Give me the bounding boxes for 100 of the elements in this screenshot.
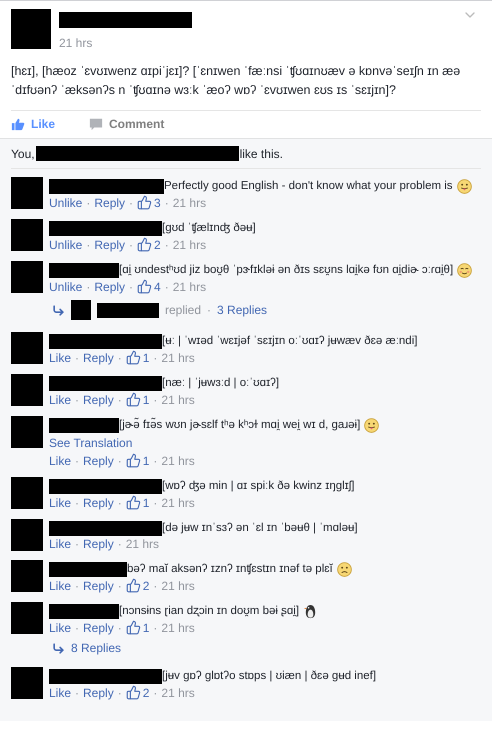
separator-dot: · (207, 303, 212, 318)
avatar-redacted (11, 374, 43, 406)
like-link[interactable]: Like (49, 350, 72, 365)
reply-link[interactable]: Reply (83, 537, 114, 552)
name-redaction-bar (97, 302, 159, 318)
separator-dot: · (129, 238, 134, 252)
separator-dot: · (75, 620, 80, 635)
comment-time: 21 hrs (161, 620, 195, 635)
comment-time: 21 hrs (161, 454, 195, 468)
separator-dot: · (75, 686, 80, 700)
separator-dot: · (118, 620, 122, 635)
view-replies-link[interactable]: 3 Replies (217, 303, 268, 318)
avatar-redacted (71, 300, 91, 320)
reply-link[interactable]: Reply (94, 238, 126, 252)
separator-dot: · (153, 620, 158, 635)
reply-arrow-icon (52, 642, 65, 655)
separator-dot: · (153, 686, 158, 700)
like-link[interactable]: Like (49, 392, 72, 407)
separator-dot: · (153, 350, 158, 365)
separator-dot: · (118, 454, 122, 468)
reply-link[interactable]: Reply (94, 280, 126, 294)
avatar-redacted (11, 219, 43, 252)
avatar-redacted (11, 519, 43, 552)
comment-text: [jɚə̃ fɪə̃s wʊn jɚsɛlf tʰə kʰɔɫ mɑi̯ wei̯ wɪ d, gaɹəɨ] (119, 419, 360, 432)
smile-emoji-icon (457, 262, 472, 278)
separator-dot: · (164, 196, 169, 210)
separator-dot: · (86, 238, 90, 252)
avatar-redacted (11, 667, 43, 700)
like-count: 2 (142, 686, 150, 700)
comment-text: Perfectly good English - don't know what your problem is (164, 180, 453, 192)
thumbs-up-icon (11, 117, 25, 131)
like-link[interactable]: Like (49, 454, 72, 468)
thumbs-up-icon (137, 279, 152, 294)
separator-dot: · (118, 392, 122, 407)
like-count: 1 (142, 620, 150, 635)
like-link[interactable]: Like (49, 496, 72, 510)
avatar-redacted (11, 177, 43, 209)
separator-dot: · (86, 196, 90, 210)
separator-dot: · (75, 454, 80, 468)
reply-link[interactable]: Reply (83, 578, 114, 593)
replied-text: replied (165, 303, 202, 318)
see-translation-link[interactable]: See Translation (49, 436, 132, 450)
thumbs-up-icon (126, 685, 141, 700)
separator-dot: · (153, 454, 158, 468)
like-link[interactable]: Unlike (49, 238, 82, 252)
separator-dot: · (153, 496, 158, 510)
separator-dot: · (75, 350, 80, 365)
avatar-redacted (11, 416, 43, 448)
like-count: 1 (142, 392, 150, 407)
thumbs-up-icon (126, 495, 141, 510)
comment-time: 21 hrs (172, 196, 206, 210)
separator-dot: · (118, 496, 122, 510)
reply-link[interactable]: Reply (83, 620, 114, 635)
like-link[interactable]: Like (49, 578, 72, 593)
thumbs-up-icon (137, 195, 152, 210)
name-redaction-bar (49, 604, 119, 619)
reply-link[interactable]: Reply (83, 686, 114, 700)
like-count: 2 (154, 238, 161, 252)
post-text: [hɛɪ], [hæoz ˈɛvʊɪwenz ɑɪpiˈjɛɪ]? [ˈɛnɪwen ˈfæːnsi ˈʧʊɑɪnʊæv ə kɒnvəˈseɪʃn ɪn æə ˈdɪfʊənʔ ˈæksənʔs n ˈʧʊɑɪnə wɜːk ˈæoʔ wɒʔ ˈɛvʊɪwen ɛʊs ɪs ˈsɛɪjɪn]? (11, 63, 462, 99)
like-link[interactable]: Like (49, 537, 72, 552)
comment-time: 21 hrs (161, 578, 195, 593)
reply-link[interactable]: Reply (94, 196, 126, 210)
reply-link[interactable]: Reply (83, 392, 114, 407)
like-link[interactable]: Unlike (49, 280, 82, 294)
like-button[interactable]: Like (11, 117, 56, 131)
thumbs-up-icon (126, 578, 141, 594)
avatar-redacted (11, 602, 43, 634)
comment-time: 21 hrs (161, 350, 195, 365)
separator-dot: · (164, 238, 169, 252)
tongue-emoji-icon (456, 178, 472, 194)
reply-link[interactable]: Reply (83, 454, 114, 468)
view-replies-link[interactable]: 8 Replies (71, 641, 122, 656)
comment-text: [ʉː | ˈwɪəd ˈwɛɪjəf ˈsɛɪjɪn oːˈʊɑɪʔ jʉwæv ðɛə æːndi] (162, 335, 418, 348)
frown-emoji-icon (336, 562, 352, 577)
like-link[interactable]: Unlike (49, 196, 82, 210)
comment-text: [næː | ˈjʉwɜːd | oːˈʊɑɪʔ] (162, 377, 280, 390)
separator-dot: · (164, 280, 169, 294)
comment-button[interactable]: Comment (89, 117, 164, 131)
separator-dot: · (118, 537, 122, 552)
reply-link[interactable]: Reply (83, 350, 114, 365)
separator-dot: · (153, 578, 158, 593)
avatar-redacted (11, 332, 43, 364)
like-link[interactable]: Like (49, 620, 72, 635)
comment-text: [də jʉw ɪnˈsɜʔ ən ˈɛl ɪn ˈbəʉθ | ˈmɑləʉ] (162, 522, 358, 534)
avatar-redacted (11, 9, 51, 49)
comment-text: [gʊd ˈʧælɪnʤ ðəʉ] (162, 222, 256, 234)
like-count: 2 (142, 578, 150, 593)
thumbs-up-icon (126, 453, 141, 468)
comment-time: 21 hrs (172, 238, 206, 252)
like-count: 1 (142, 350, 150, 365)
comment-text: [jʉv gɒʔ glɒtʔo stɒps | ʊiæn | ðɛə gʉd inef] (162, 670, 376, 682)
comment-text: [nɔnsɨns ɽian dʐɔin ɪn doʊ̯m bəɨ ʂɑi̯] (119, 605, 300, 618)
avatar-redacted (11, 560, 43, 592)
likes-prefix: You, (11, 146, 35, 160)
avatar-redacted (11, 261, 43, 294)
separator-dot: · (75, 578, 80, 593)
like-link[interactable]: Like (49, 686, 72, 700)
reply-link[interactable]: Reply (83, 496, 114, 510)
comment-time: 21 hrs (126, 537, 160, 552)
like-count: 3 (154, 196, 161, 210)
